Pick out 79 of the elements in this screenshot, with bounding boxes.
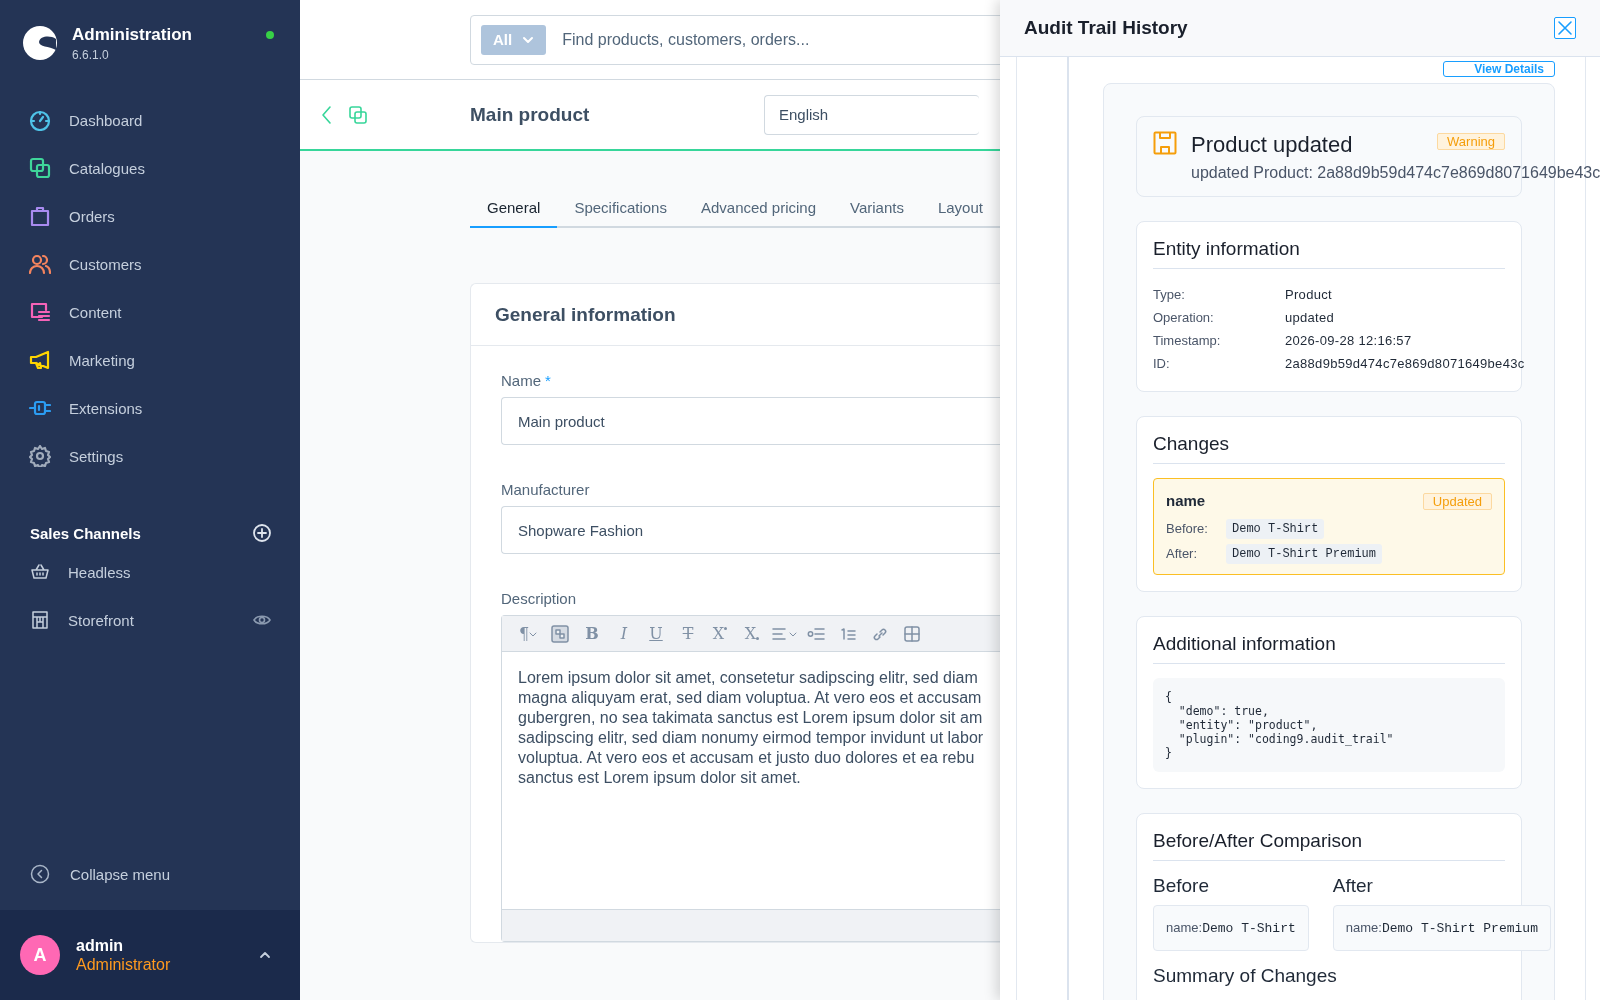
app-title: Administration [72, 24, 193, 45]
info-value: updated [1285, 310, 1335, 325]
info-label: Type: [1153, 287, 1186, 302]
rich-text-editor[interactable] [501, 615, 1000, 942]
section-title: Summary of Changes [1153, 965, 1338, 987]
event-title: Product updated [1191, 132, 1353, 158]
info-label: Operation: [1153, 310, 1215, 325]
section-heading: Sales Channels [30, 524, 141, 542]
section-title: Changes [1153, 433, 1505, 464]
event-summary: updated Product: 2a88d9b59d474c7e869d8071649be43c [1191, 164, 1600, 182]
add-icon[interactable] [252, 523, 272, 543]
collapse-menu-link[interactable]: Collapse menu [70, 865, 171, 883]
table-icon [903, 624, 921, 643]
change-value: Demo T-Shirt Premium [1226, 543, 1383, 564]
store-icon [30, 610, 50, 630]
field-label: Name * [501, 372, 551, 389]
nav-item[interactable]: Extensions [0, 384, 300, 432]
field-name: name [1166, 492, 1206, 509]
section-title: Entity information [1153, 238, 1505, 269]
description-text: sanctus est Lorem ipsum dolor sit amet. [518, 768, 801, 788]
description-text: magna aliquyam erat, sed diam voluptua. At vero eos et accusam [518, 688, 982, 708]
info-value: Product [1285, 287, 1332, 302]
close-button[interactable] [1554, 17, 1576, 39]
change-label: After: [1166, 546, 1199, 561]
basket-icon [30, 562, 50, 582]
image-icon [551, 624, 569, 643]
text-input[interactable]: Shopware Fashion [501, 506, 1000, 554]
nav-item[interactable]: Customers [0, 240, 300, 288]
page-title: Main product [470, 103, 591, 126]
logo-icon [22, 25, 58, 61]
section-title: Before/After Comparison [1153, 830, 1505, 861]
user-name: admin [76, 936, 124, 955]
text-input[interactable]: Main product [501, 397, 1000, 445]
code-block: { "demo": true, "entity": "product", "plugin": "coding9.audit_trail" } [1153, 678, 1505, 772]
copy-icon[interactable] [348, 104, 368, 125]
tab[interactable]: Layout [920, 191, 1000, 228]
field-label: Description [501, 590, 577, 607]
info-value: 2026-09-28 12:16:57 [1285, 333, 1412, 348]
sales-channel-link[interactable]: Storefront [68, 611, 134, 629]
column-heading: After [1332, 875, 1373, 897]
search-placeholder: Find products, customers, orders... [562, 30, 810, 49]
user-avatar: A [20, 935, 60, 975]
description-text: gubergren, no sea takimata sanctus est Lorem ipsum dolor sit am [518, 708, 983, 728]
close-icon [1557, 20, 1573, 36]
description-text: voluptua. At vero eos et accusam et justo duo dolores et ea rebu [518, 748, 975, 768]
tab[interactable]: General [470, 191, 558, 228]
value-box: name:Demo T-Shirt [1153, 905, 1309, 951]
collapse-icon[interactable] [30, 864, 50, 884]
nav-item[interactable]: Catalogues [0, 144, 300, 192]
user-role: Administrator [76, 955, 171, 974]
info-label: ID: [1153, 356, 1171, 371]
field-label: Manufacturer [501, 481, 590, 498]
sales-channel-link[interactable]: Headless [68, 563, 131, 581]
tab[interactable]: Variants [833, 191, 921, 228]
save-icon [1153, 131, 1177, 155]
change-value: Demo T-Shirt [1226, 518, 1325, 539]
back-icon[interactable] [320, 104, 334, 125]
description-text: Lorem ipsum dolor sit amet, consetetur sadipscing elitr, sed diam [518, 668, 978, 688]
description-text: sadipscing elitr, sed diam nonumy eirmod tempor invidunt ut labor [518, 728, 984, 748]
section-title: Additional information [1153, 633, 1505, 664]
panel-title: Audit Trail History [1024, 17, 1188, 39]
nav-item[interactable]: Settings [0, 432, 300, 480]
nav-item[interactable]: Content [0, 288, 300, 336]
status-badge: Updated [1422, 493, 1492, 510]
column-heading: Before [1153, 875, 1209, 897]
nav-item[interactable]: Orders [0, 192, 300, 240]
value-box: name:Demo T-Shirt Premium [1332, 905, 1551, 951]
info-label: Timestamp: [1153, 333, 1222, 348]
nav-item[interactable]: Dashboard [0, 96, 300, 144]
change-label: Before: [1166, 521, 1209, 536]
status-badge: Warning [1437, 133, 1505, 150]
search-field[interactable]: All Find products, customers, orders... [470, 14, 1000, 65]
info-value: 2a88d9b59d474c7e869d8071649be43c [1285, 356, 1525, 371]
nav-item[interactable]: Marketing [0, 336, 300, 384]
language-select[interactable]: English [764, 94, 979, 135]
card-title: General information [495, 303, 676, 326]
tab[interactable]: Advanced pricing [683, 191, 833, 228]
version-label: 6.6.1.0 [72, 47, 109, 62]
tab[interactable]: Specifications [557, 191, 684, 228]
